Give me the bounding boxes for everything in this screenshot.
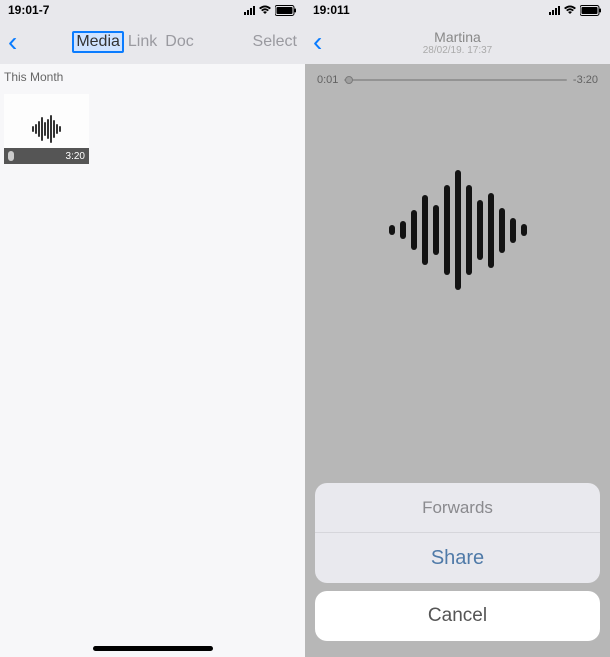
nav-bar: ‹ Media Link Doc Select [0, 20, 305, 64]
tab-link[interactable]: Link [124, 31, 161, 53]
cellular-signal-icon [549, 6, 560, 15]
media-grid: 3:20 [0, 90, 305, 168]
contact-name: Martina [305, 29, 610, 45]
wifi-icon [563, 5, 577, 15]
home-indicator[interactable] [93, 646, 213, 651]
thumbnail-footer: 3:20 [4, 148, 89, 164]
audio-duration: 3:20 [66, 151, 85, 162]
wifi-icon [258, 5, 272, 15]
forward-action[interactable]: Forwards [315, 483, 600, 533]
section-header: This Month [0, 64, 305, 90]
status-time: 19:011 [313, 3, 350, 17]
share-action[interactable]: Share [315, 533, 600, 583]
tab-doc[interactable]: Doc [161, 31, 197, 53]
microphone-icon [8, 151, 14, 161]
status-bar: 19:01-7 [0, 0, 305, 20]
status-indicators [244, 5, 297, 16]
nav-bar: ‹ Martina 28/02/19. 17:37 [305, 20, 610, 64]
waveform-icon [32, 115, 61, 143]
select-button[interactable]: Select [253, 33, 297, 51]
cellular-signal-icon [244, 6, 255, 15]
audio-thumbnail[interactable]: 3:20 [4, 94, 89, 164]
status-indicators [549, 5, 602, 16]
audio-player-screen: 19:011 ‹ Martina 28/02/19. 17:37 0:01 [305, 0, 610, 657]
media-gallery-screen: 19:01-7 ‹ Media Link Doc Select This Mon… [0, 0, 305, 657]
action-sheet-group: Forwards Share [315, 483, 600, 583]
segmented-tabs: Media Link Doc [72, 31, 197, 53]
tab-media[interactable]: Media [72, 31, 124, 53]
battery-icon [580, 5, 602, 16]
back-button[interactable]: ‹ [313, 28, 322, 56]
cancel-action[interactable]: Cancel [315, 591, 600, 641]
back-button[interactable]: ‹ [8, 28, 17, 56]
status-bar: 19:011 [305, 0, 610, 20]
message-date: 28/02/19. 17:37 [305, 45, 610, 56]
action-sheet: Forwards Share Cancel [315, 483, 600, 641]
status-time: 19:01-7 [8, 3, 49, 17]
battery-icon [275, 5, 297, 16]
